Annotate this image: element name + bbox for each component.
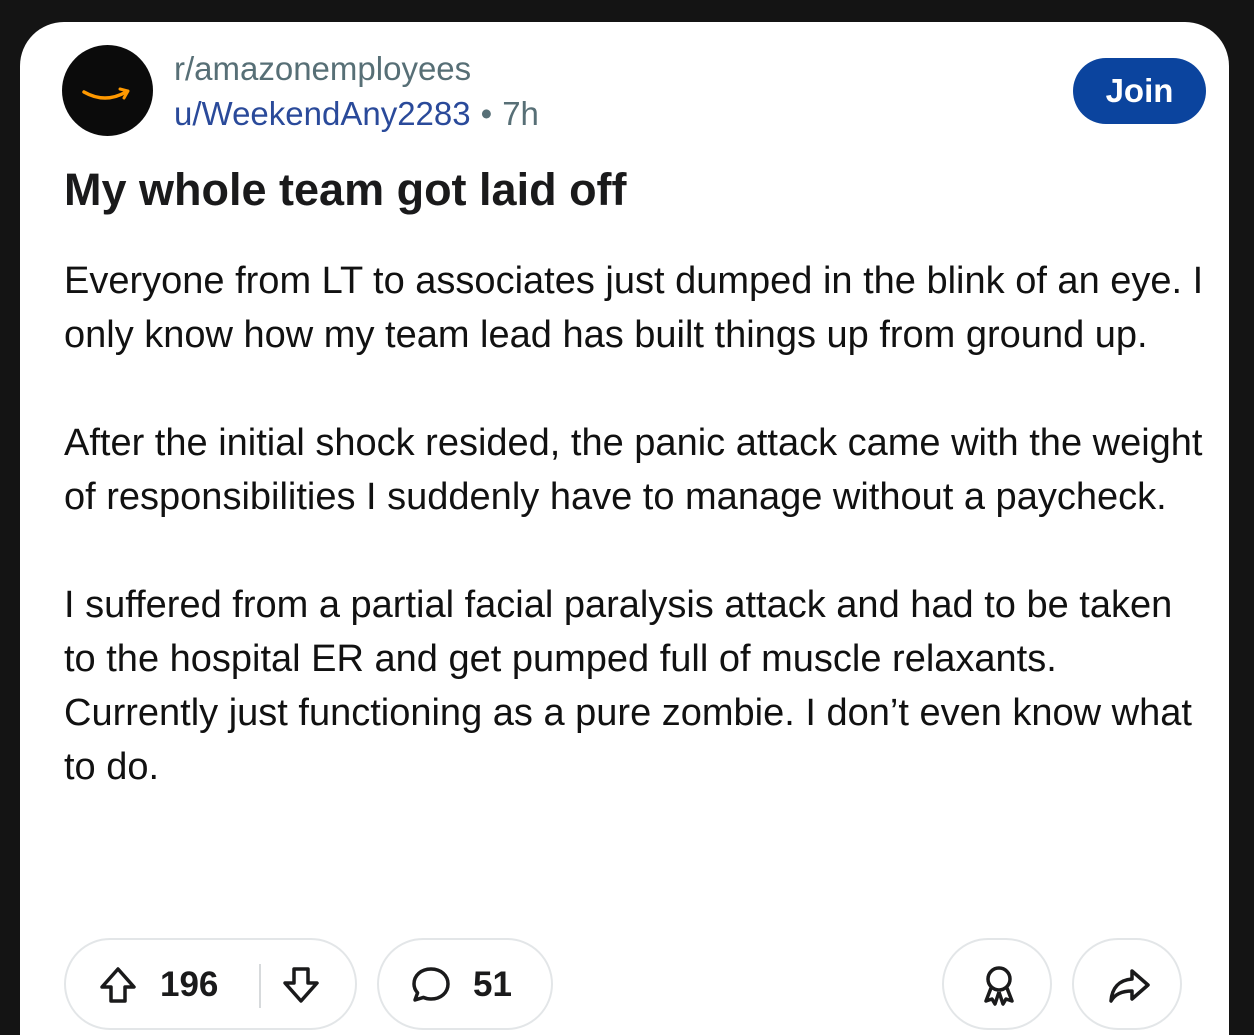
author-username[interactable]: u/WeekendAny2283 [174, 95, 471, 132]
post-card: r/amazonemployees u/WeekendAny2283 • 7h Jo… [20, 22, 1229, 1035]
vote-bar: 196 [64, 938, 357, 1030]
join-button[interactable]: Join [1073, 58, 1206, 124]
subreddit-name[interactable]: r/amazonemployees [174, 50, 471, 88]
body-paragraph: Everyone from LT to associates just dump… [64, 260, 1204, 356]
meta-separator: • [480, 95, 493, 132]
share-arrow-icon [1109, 969, 1150, 1003]
award-button[interactable] [942, 938, 1052, 1030]
post-age: 7h [502, 95, 539, 132]
amazon-smile-logo-icon [82, 87, 130, 100]
post-body: Everyone from LT to associates just dump… [64, 254, 1204, 848]
post-byline: u/WeekendAny2283 • 7h [174, 94, 539, 134]
upvote-icon[interactable] [96, 963, 140, 1007]
share-button[interactable] [1072, 938, 1182, 1030]
upvote-count: 196 [160, 965, 219, 1004]
subreddit-avatar[interactable] [62, 45, 153, 136]
body-paragraph: After the initial shock resided, the pan… [64, 422, 1203, 518]
comment-count: 51 [473, 965, 512, 1004]
speech-bubble-icon [412, 967, 450, 1002]
comments-button[interactable]: 51 [377, 938, 553, 1030]
body-paragraph: I suffered from a partial facial paralys… [64, 584, 1192, 788]
post-title[interactable]: My whole team got laid off [64, 164, 627, 216]
award-icon [984, 966, 1014, 1006]
downvote-icon[interactable] [279, 963, 323, 1007]
vote-divider [259, 964, 261, 1008]
